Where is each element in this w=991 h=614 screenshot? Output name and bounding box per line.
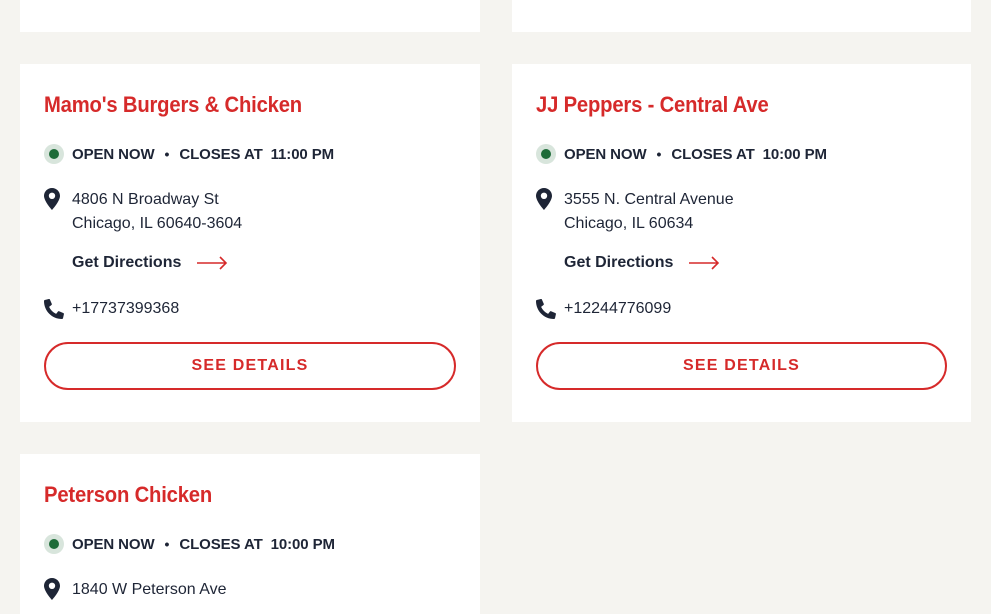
phone-link[interactable]: +17737399368: [44, 298, 179, 320]
open-status: OPEN NOW • CLOSES AT 11:00 PM: [44, 144, 334, 164]
closes-label: CLOSES AT: [671, 145, 755, 163]
open-status: OPEN NOW • CLOSES AT 10:00 PM: [44, 534, 335, 554]
location-card: Peterson Chicken OPEN NOW • CLOSES AT 10…: [20, 454, 480, 614]
phone-number: +12244776099: [564, 300, 672, 317]
phone-icon: [536, 298, 564, 320]
arrow-right-icon: [689, 256, 720, 270]
location-card: JJ Peppers - Central Ave OPEN NOW • CLOS…: [512, 64, 971, 422]
get-directions-link[interactable]: Get Directions: [72, 254, 229, 272]
address: 3555 N. Central Avenue Chicago, IL 60634: [536, 188, 734, 236]
address: 1840 W Peterson Ave: [44, 578, 226, 602]
map-pin-icon: [44, 578, 72, 602]
address-line2: Chicago, IL 60640-3604: [72, 215, 243, 232]
directions-label: Get Directions: [72, 254, 182, 271]
see-details-button[interactable]: SEE DETAILS: [536, 342, 947, 390]
see-details-button[interactable]: SEE DETAILS: [44, 342, 456, 390]
closes-time: 11:00 PM: [270, 145, 335, 163]
status-text: OPEN NOW: [564, 145, 647, 163]
closes-label: CLOSES AT: [179, 145, 263, 163]
separator-dot: •: [656, 146, 662, 162]
location-name[interactable]: Peterson Chicken: [44, 482, 212, 508]
location-card: Mamo's Burgers & Chicken OPEN NOW • CLOS…: [20, 64, 480, 422]
directions-label: Get Directions: [564, 254, 674, 271]
open-status-icon: [44, 144, 64, 164]
closes-time: 10:00 PM: [762, 145, 827, 163]
open-status-icon: [44, 534, 64, 554]
address-line1: 1840 W Peterson Ave: [72, 581, 227, 598]
separator-dot: •: [164, 536, 170, 552]
get-directions-link[interactable]: Get Directions: [564, 254, 721, 272]
open-status-icon: [536, 144, 556, 164]
location-card-partial: [512, 0, 971, 32]
closes-time: 10:00 PM: [270, 535, 335, 553]
phone-link[interactable]: +12244776099: [536, 298, 671, 320]
location-name[interactable]: JJ Peppers - Central Ave: [536, 92, 769, 118]
separator-dot: •: [164, 146, 170, 162]
phone-icon: [44, 298, 72, 320]
closes-label: CLOSES AT: [179, 535, 263, 553]
map-pin-icon: [44, 188, 72, 212]
arrow-right-icon: [197, 256, 228, 270]
phone-number: +17737399368: [72, 300, 180, 317]
address-line1: 4806 N Broadway St: [72, 191, 219, 208]
address: 4806 N Broadway St Chicago, IL 60640-360…: [44, 188, 242, 236]
location-card-partial: [20, 0, 480, 32]
status-text: OPEN NOW: [72, 535, 155, 553]
address-line2: Chicago, IL 60634: [564, 215, 694, 232]
address-line1: 3555 N. Central Avenue: [564, 191, 734, 208]
location-name[interactable]: Mamo's Burgers & Chicken: [44, 92, 302, 118]
map-pin-icon: [536, 188, 564, 212]
status-text: OPEN NOW: [72, 145, 155, 163]
open-status: OPEN NOW • CLOSES AT 10:00 PM: [536, 144, 827, 164]
